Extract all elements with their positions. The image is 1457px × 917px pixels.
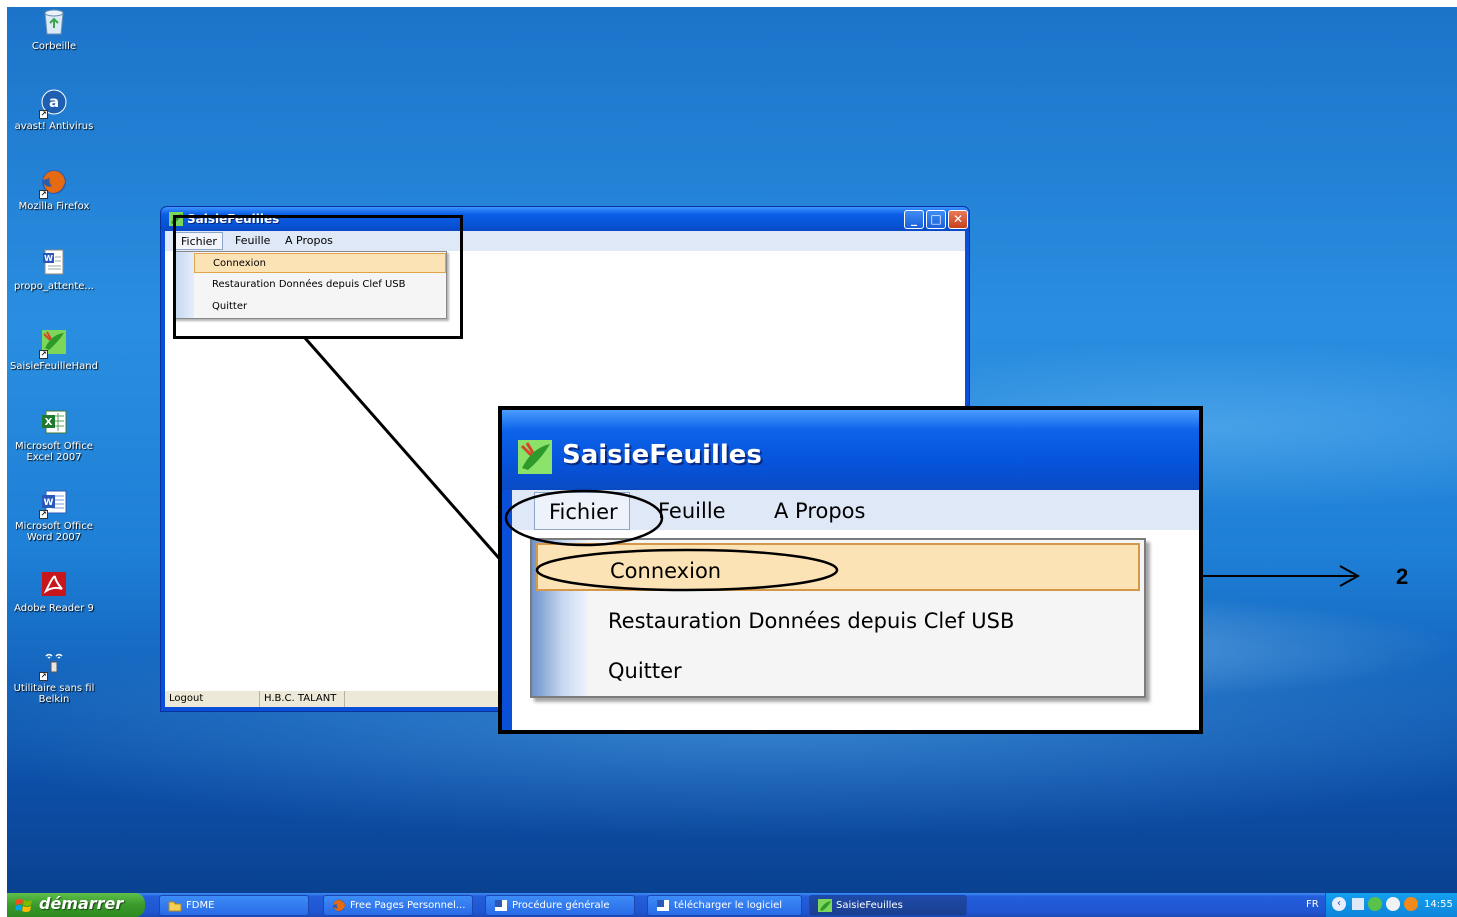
maximize-button[interactable]: □ (926, 210, 946, 229)
zoom-menu-item-connexion[interactable]: Connexion (536, 543, 1140, 591)
zoom-fichier-dropdown: Connexion Restauration Données depuis Cl… (530, 538, 1146, 698)
zoom-window-title: SaisieFeuilles (562, 440, 762, 470)
menu-item-quitter[interactable]: Quitter (194, 297, 446, 317)
minimize-button[interactable]: _ (904, 210, 924, 229)
desktop-icon-saisie[interactable]: ↗ SaisieFeuilleHand (7, 327, 101, 372)
zoom-callout: SaisieFeuilles Fichier Feuille A Propos … (498, 406, 1203, 734)
zoom-menu-fichier-label: Fichier (549, 500, 618, 524)
zoom-window-border (502, 490, 512, 730)
menu-bar: Fichier Feuille A Propos (165, 231, 965, 251)
desktop-icon-label: Corbeille (31, 41, 77, 52)
zoom-menu-feuille[interactable]: Feuille (658, 499, 726, 523)
clock: 14:55 (1424, 899, 1453, 910)
task-label: Procédure générale (512, 900, 610, 911)
recycle-bin-icon (39, 7, 69, 37)
desktop-icon-adobe[interactable]: Adobe Reader 9 (7, 569, 101, 614)
task-label: Free Pages Personnel... (350, 900, 466, 911)
task-telecharger[interactable]: télécharger le logiciel (647, 895, 802, 916)
excel-icon: X (39, 407, 69, 437)
menu-fichier-label: Fichier (181, 235, 217, 248)
status-club: H.B.C. TALANT (259, 691, 345, 707)
firefox-icon (333, 899, 345, 912)
desktop-icon-belkin[interactable]: ↗ Utilitaire sans fil Belkin (7, 649, 101, 705)
zoom-menu-bar: Fichier Feuille A Propos (512, 490, 1199, 530)
wireless-icon[interactable] (1368, 897, 1382, 911)
word-document-icon: W (39, 247, 69, 277)
svg-text:X: X (45, 417, 53, 428)
desktop-icon-label: Utilitaire sans fil Belkin (13, 683, 95, 705)
task-saisiefeuilles[interactable]: SaisieFeuilles (809, 895, 967, 916)
svg-text:a: a (49, 93, 59, 111)
menu-feuille[interactable]: Feuille (235, 234, 270, 247)
task-label: SaisieFeuilles (836, 900, 903, 911)
task-free-pages[interactable]: Free Pages Personnel... (323, 895, 473, 916)
windows-flag-icon (15, 899, 32, 912)
menu-item-connexion[interactable]: Connexion (194, 253, 446, 273)
saisie-app-icon: ↗ (39, 327, 69, 359)
zoom-title-bar: SaisieFeuilles (502, 410, 1199, 490)
desktop-icon-label: SaisieFeuilleHand (10, 361, 98, 372)
menu-item-restauration[interactable]: Restauration Données depuis Clef USB (194, 275, 446, 295)
dropdown-icon-strip (174, 252, 194, 318)
desktop-icon-corbeille[interactable]: Corbeille (7, 7, 101, 52)
svg-text:W: W (44, 254, 53, 263)
language-indicator[interactable]: FR (1306, 899, 1319, 910)
avast-tray-icon[interactable] (1404, 897, 1418, 911)
chevron-left-icon[interactable]: ‹ (1332, 897, 1346, 911)
task-fdme[interactable]: FDME (159, 895, 309, 916)
zoom-menu-fichier[interactable]: Fichier (534, 492, 630, 530)
zoom-menu-apropos[interactable]: A Propos (774, 499, 865, 523)
folder-icon (168, 901, 182, 912)
close-button[interactable]: ✕ (948, 210, 968, 229)
task-procedure[interactable]: Procédure générale (485, 895, 635, 916)
desktop-icon-label: Microsoft Office Word 2007 (15, 521, 93, 543)
title-bar[interactable]: SaisieFeuilles _ □ ✕ (161, 207, 969, 231)
desktop-icon-label: Adobe Reader 9 (14, 603, 94, 614)
desktop-icon-document[interactable]: W propo_attente... (7, 247, 101, 292)
system-tray: FR ‹ 14:55 (1306, 893, 1457, 917)
adobe-reader-icon (39, 569, 69, 599)
desktop-icon-label: propo_attente... (14, 281, 94, 292)
desktop-icon-avast[interactable]: a ↗ avast! Antivirus (7, 87, 101, 132)
zoom-menu-item-restauration[interactable]: Restauration Données depuis Clef USB (590, 595, 1140, 643)
window-title: SaisieFeuilles (187, 212, 280, 226)
task-label: FDME (186, 900, 215, 911)
firefox-icon: ↗ (39, 167, 69, 199)
menu-fichier[interactable]: Fichier (175, 232, 223, 250)
info-icon[interactable] (1386, 897, 1400, 911)
desktop-icon-firefox[interactable]: ↗ Mozilla Firefox (7, 167, 101, 212)
saisie-app-icon (818, 899, 832, 912)
word-icon (657, 900, 669, 911)
taskbar: démarrer FDME Free Pages Personnel... Pr… (7, 893, 1457, 917)
fichier-dropdown: Connexion Restauration Données depuis Cl… (173, 251, 447, 319)
start-button[interactable]: démarrer (7, 893, 145, 917)
step-number: 2 (1396, 564, 1409, 589)
desktop-icon-word[interactable]: W ↗ Microsoft Office Word 2007 (7, 487, 101, 543)
saisie-app-icon (518, 440, 552, 474)
start-label: démarrer (39, 894, 124, 913)
status-logout: Logout (169, 693, 204, 704)
svg-text:W: W (44, 498, 54, 508)
desktop-icon-label: avast! Antivirus (14, 121, 94, 132)
zoom-menu-item-quitter[interactable]: Quitter (590, 645, 1140, 693)
task-label: télécharger le logiciel (674, 900, 783, 911)
avast-icon: a ↗ (39, 87, 69, 119)
menu-apropos[interactable]: A Propos (285, 234, 333, 247)
desktop-icon-label: Microsoft Office Excel 2007 (15, 441, 93, 463)
word-icon (495, 900, 507, 911)
saisie-app-icon (169, 212, 183, 226)
network-icon[interactable] (1352, 898, 1364, 910)
belkin-wireless-icon: ↗ (39, 649, 69, 681)
desktop-icon-label: Mozilla Firefox (18, 201, 90, 212)
desktop-icon-excel[interactable]: X Microsoft Office Excel 2007 (7, 407, 101, 463)
word-icon: W ↗ (39, 487, 69, 519)
